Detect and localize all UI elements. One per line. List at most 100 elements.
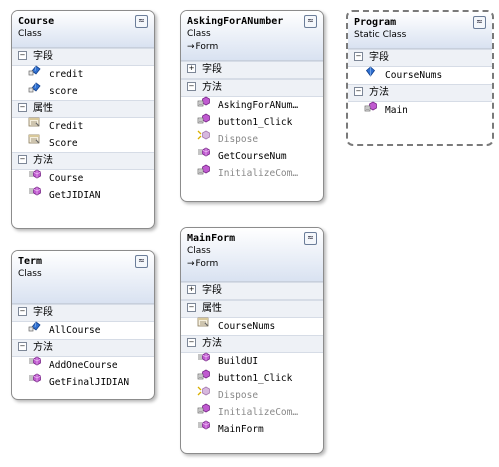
section-methods[interactable]: − 方法 xyxy=(348,84,492,102)
property-item[interactable]: Credit xyxy=(12,117,154,135)
field-item[interactable]: CourseNums xyxy=(348,66,492,84)
section-label: 属性 xyxy=(33,103,53,114)
class-kind: Class xyxy=(187,29,211,39)
section-fields[interactable]: − 字段 xyxy=(12,304,154,322)
class-header: Program Static Class ≈ xyxy=(348,12,492,49)
method-item[interactable]: Course xyxy=(12,169,154,187)
term-class-box[interactable]: Term Class ≈ − 字段 AllCourse − 方法 AddOneCou… xyxy=(11,250,155,400)
member-name: CourseNums xyxy=(385,70,443,81)
collapse-toggle[interactable]: ≈ xyxy=(304,15,317,28)
member-name: InitializeCom… xyxy=(218,168,299,179)
class-title: Course xyxy=(18,16,55,27)
section-fields[interactable]: + 字段 xyxy=(181,282,323,300)
askingforanumber-class-box[interactable]: AskingForANumber Class →Form ≈ + 字段 − 方法 A… xyxy=(180,10,324,202)
collapse-toggle[interactable]: ≈ xyxy=(135,15,148,28)
collapse-minus-icon[interactable]: − xyxy=(354,51,363,61)
section-label: 字段 xyxy=(369,52,389,63)
section-fields[interactable]: + 字段 xyxy=(181,61,323,79)
section-properties[interactable]: − 属性 xyxy=(181,300,323,318)
field-item[interactable]: AllCourse xyxy=(12,321,154,339)
class-kind: Static Class xyxy=(354,30,407,40)
member-name: GetFinalJIDIAN xyxy=(49,377,130,388)
section-label: 方法 xyxy=(202,82,222,93)
member-name: MainForm xyxy=(218,424,264,435)
mainform-class-box[interactable]: MainForm Class →Form ≈ + 字段 − 属性 CourseNum… xyxy=(180,227,324,454)
collapse-minus-icon[interactable]: − xyxy=(187,337,196,347)
protected-method-icon xyxy=(197,403,210,420)
section-fields[interactable]: − 字段 xyxy=(12,48,154,66)
section-methods[interactable]: − 方法 xyxy=(181,79,323,97)
section-label: 方法 xyxy=(33,155,53,166)
method-item[interactable]: Main xyxy=(348,101,492,119)
method-item[interactable]: InitializeCom… xyxy=(181,403,323,421)
section-label: 字段 xyxy=(202,285,222,296)
protected-method-icon xyxy=(197,96,210,113)
base-class: →Form xyxy=(187,258,317,271)
protected-method-icon xyxy=(197,164,210,181)
class-header: MainForm Class →Form ≈ xyxy=(181,228,323,282)
method-item[interactable]: BuildUI xyxy=(181,352,323,370)
method-item[interactable]: AddOneCourse xyxy=(12,356,154,374)
class-kind: Class xyxy=(187,246,211,256)
collapse-toggle[interactable]: ≈ xyxy=(135,255,148,268)
collapse-minus-icon[interactable]: − xyxy=(354,86,363,96)
method-item[interactable]: button1_Click xyxy=(181,369,323,387)
collapse-minus-icon[interactable]: − xyxy=(18,102,27,112)
member-name: Credit xyxy=(49,121,84,132)
member-name: InitializeCom… xyxy=(218,407,299,418)
class-header: Course Class ≈ xyxy=(12,11,154,48)
collapse-minus-icon[interactable]: − xyxy=(18,341,27,351)
property-item[interactable]: Score xyxy=(12,134,154,152)
member-name: AskingForANum… xyxy=(218,100,299,111)
member-name: CourseNums xyxy=(218,321,276,332)
collapse-minus-icon[interactable]: − xyxy=(18,306,27,316)
member-name: score xyxy=(49,86,78,97)
member-name: Score xyxy=(49,138,78,149)
expand-plus-icon[interactable]: + xyxy=(187,284,196,294)
collapse-toggle[interactable]: ≈ xyxy=(473,16,486,29)
member-name: credit xyxy=(49,69,84,80)
section-methods[interactable]: − 方法 xyxy=(12,339,154,357)
method-item[interactable]: GetCourseNum xyxy=(181,147,323,165)
static-method-icon xyxy=(364,101,377,118)
field-icon xyxy=(28,65,41,82)
inheritance-arrow-icon: → xyxy=(187,42,195,52)
method-icon xyxy=(28,373,41,390)
method-item[interactable]: button1_Click xyxy=(181,113,323,131)
section-methods[interactable]: − 方法 xyxy=(181,335,323,353)
base-class-name: Form xyxy=(195,259,219,269)
section-fields[interactable]: − 字段 xyxy=(348,49,492,67)
method-item[interactable]: GetFinalJIDIAN xyxy=(12,373,154,391)
field-item[interactable]: credit xyxy=(12,65,154,83)
method-icon xyxy=(28,169,41,186)
member-name: GetCourseNum xyxy=(218,151,287,162)
field-item[interactable]: score xyxy=(12,82,154,100)
method-item[interactable]: Dispose xyxy=(181,386,323,404)
property-item[interactable]: CourseNums xyxy=(181,317,323,335)
protected-method-icon xyxy=(197,113,210,130)
collapse-toggle[interactable]: ≈ xyxy=(304,232,317,245)
expand-plus-icon[interactable]: + xyxy=(187,63,196,73)
collapse-minus-icon[interactable]: − xyxy=(187,81,196,91)
method-item[interactable]: InitializeCom… xyxy=(181,164,323,182)
field-icon xyxy=(28,82,41,99)
section-methods[interactable]: − 方法 xyxy=(12,152,154,170)
method-item[interactable]: GetJIDIAN xyxy=(12,186,154,204)
collapse-minus-icon[interactable]: − xyxy=(18,50,27,60)
protected-method-icon xyxy=(197,369,210,386)
property-icon xyxy=(28,134,41,151)
member-name: Main xyxy=(385,105,408,116)
method-item[interactable]: MainForm xyxy=(181,420,323,438)
method-item[interactable]: AskingForANum… xyxy=(181,96,323,114)
program-class-box[interactable]: Program Static Class ≈ − 字段 CourseNums − 方… xyxy=(346,10,494,146)
dispose-method-icon xyxy=(197,130,210,147)
property-icon xyxy=(28,117,41,134)
method-item[interactable]: Dispose xyxy=(181,130,323,148)
section-properties[interactable]: − 属性 xyxy=(12,100,154,118)
method-icon xyxy=(28,356,41,373)
member-name: AllCourse xyxy=(49,325,101,336)
collapse-minus-icon[interactable]: − xyxy=(187,302,196,312)
section-label: 方法 xyxy=(369,87,389,98)
course-class-box[interactable]: Course Class ≈ − 字段 credit score − 属性 Cred… xyxy=(11,10,155,229)
collapse-minus-icon[interactable]: − xyxy=(18,154,27,164)
